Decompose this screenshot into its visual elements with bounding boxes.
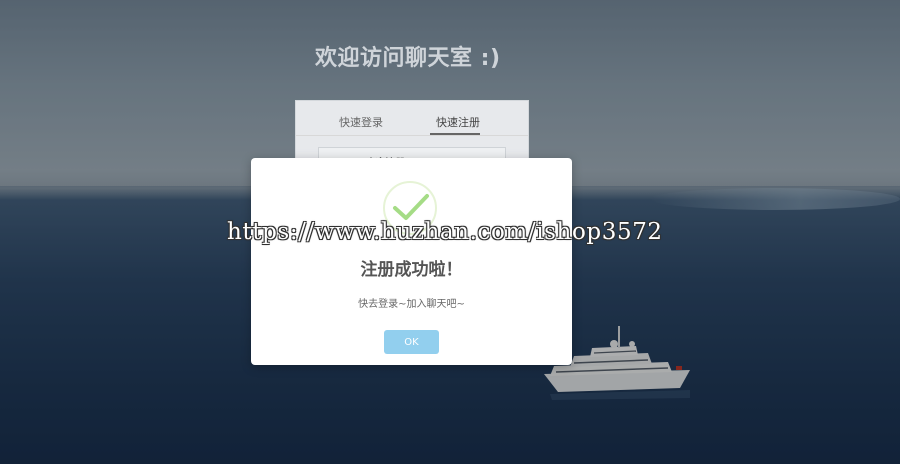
watermark-text: https://www.huzhan.com/ishop3572: [227, 219, 663, 245]
tab-quick-register[interactable]: 快速注册: [436, 114, 480, 130]
page-title: 欢迎访问聊天室 :): [315, 46, 501, 71]
tab-quick-login[interactable]: 快速登录: [339, 114, 383, 130]
auth-tabs: 快速登录 快速注册: [296, 101, 528, 136]
success-dialog: 注册成功啦！ 快去登录~加入聊天吧~ OK: [251, 158, 572, 365]
ok-button[interactable]: OK: [384, 330, 439, 354]
active-tab-indicator: [430, 133, 480, 135]
dialog-message: 快去登录~加入聊天吧~: [358, 299, 465, 310]
dialog-title: 注册成功啦！: [360, 260, 463, 280]
